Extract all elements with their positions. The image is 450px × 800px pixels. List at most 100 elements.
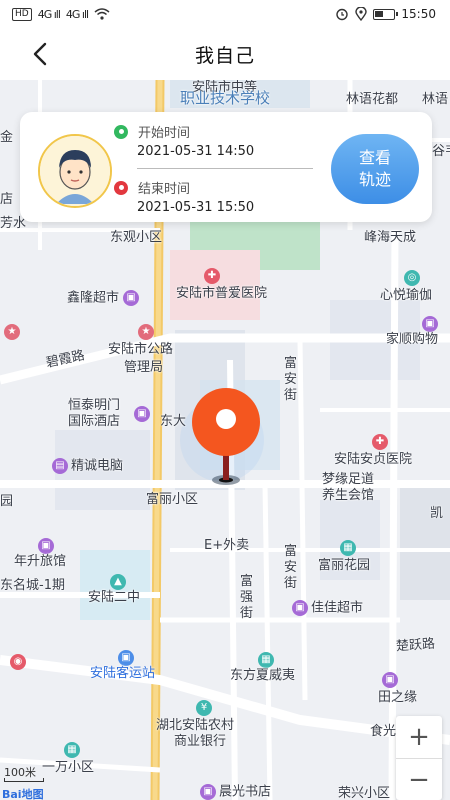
signal-icon-2: 4G ıll — [65, 7, 89, 21]
poi-puai[interactable]: 安陆市普爱医院 — [176, 286, 267, 302]
poi-school-line2[interactable]: 职业技术学校 — [180, 90, 270, 106]
start-time-label: 开始时间 — [138, 126, 191, 141]
avatar-face — [40, 136, 110, 206]
poi-shiguang[interactable]: 食光 — [370, 724, 396, 740]
bus-station-icon: ▣ — [118, 650, 134, 666]
poi-hengtai-1[interactable]: 恒泰明门 — [68, 398, 120, 414]
supermarket-icon: ▣ — [292, 600, 308, 616]
poi-xinyue-icon: ◎ — [404, 270, 423, 287]
poi-hengtai-2[interactable]: 国际酒店 — [68, 414, 120, 430]
poi-jiajia[interactable]: ▣ 佳佳超市 — [292, 600, 363, 617]
end-dot-icon — [114, 180, 128, 195]
poi-bank-1[interactable]: 湖北安陆农村 — [156, 718, 234, 734]
poi-gu[interactable]: 谷韦 — [432, 144, 450, 160]
back-button[interactable] — [24, 38, 56, 70]
track-info-card: 开始时间 2021-05-31 14:50 结束时间 2021-05-31 15… — [20, 112, 432, 222]
poi-jingcheng-label: 精诚电脑 — [71, 458, 124, 474]
poi-xinlong[interactable]: 鑫隆超市 ▣ — [67, 290, 142, 307]
zoom-in-button[interactable]: + — [396, 716, 442, 758]
zoom-out-button[interactable]: − — [396, 758, 442, 800]
shopping-icon: ▣ — [422, 316, 438, 332]
poi-anzhen[interactable]: 安陆安贞医院 — [334, 452, 412, 468]
poi-chenguang[interactable]: ▣ 晨光书店 — [200, 784, 271, 800]
road-fuan-a: 富安街 — [284, 356, 298, 403]
residence-icon-3: ▦ — [64, 742, 80, 758]
poi-dongda[interactable]: 东大 — [160, 414, 186, 430]
subway-icon: ◉ — [10, 654, 26, 670]
start-time-row: 开始时间 — [114, 122, 190, 141]
poi-anzhen-icon: ✚ — [372, 434, 391, 451]
poi-keyun-icon: ▣ — [118, 650, 137, 667]
hospital-icon-2: ✚ — [372, 434, 388, 450]
poi-yuan: 园 — [0, 494, 14, 509]
poi-mingcheng[interactable]: 东名城-1期 — [0, 578, 65, 594]
poi-niansheng[interactable]: 年升旅馆 — [14, 554, 66, 570]
metro-icon: ◉ — [10, 654, 29, 671]
start-dot-icon — [114, 124, 128, 139]
wifi-icon — [94, 8, 110, 20]
poi-xinlong-label: 鑫隆超市 — [67, 290, 120, 306]
zoom-controls: + − — [396, 716, 442, 800]
page-title: 我自己 — [194, 44, 255, 67]
poi-linyu-2[interactable]: 林语 — [422, 92, 448, 108]
poi-jiashun[interactable]: 家顺购物 — [386, 332, 438, 348]
location-pin-icon[interactable] — [186, 388, 266, 498]
view-track-label-2: 轨迹 — [358, 170, 391, 189]
poi-bank-2[interactable]: 商业银行 — [174, 734, 226, 750]
poi-fuli-hy[interactable]: 富丽花园 — [318, 558, 370, 574]
road-fuan-b: 富安街 — [284, 544, 298, 591]
residence-icon: ▦ — [340, 540, 356, 556]
bank-icon: ¥ — [196, 700, 212, 716]
hotel-icon-2: ▣ — [38, 538, 54, 554]
baidu-map-logo: Bai地图 — [2, 788, 44, 800]
poi-jiajia-label: 佳佳超市 — [311, 600, 364, 616]
road-chuyue: 楚跃路 — [395, 636, 436, 655]
poi-dian: 店 — [0, 192, 14, 207]
poi-mengyuan-2[interactable]: 养生会馆 — [322, 488, 374, 504]
pin-graphic — [192, 388, 260, 485]
signal-icon: 4G ıll — [37, 7, 61, 21]
shop-icon: ▣ — [123, 290, 140, 306]
poi-chenguang-label: 晨光书店 — [219, 784, 272, 800]
poi-jin: 金 — [0, 130, 14, 145]
poi-niansheng-icon: ▣ — [38, 538, 57, 555]
poi-linyu[interactable]: 林语花都 — [346, 92, 398, 108]
chevron-left-icon — [33, 42, 47, 66]
poi-fang[interactable]: 芳水 — [0, 216, 26, 232]
poi-tianzhi-icon: ▣ — [382, 672, 401, 689]
poi-kai: 凯 — [430, 506, 444, 521]
poi-dongfang[interactable]: 东方夏威夷 — [230, 668, 295, 684]
poi-xinyue[interactable]: 心悦瑜伽 — [380, 288, 432, 304]
view-track-button[interactable]: 查看 轨迹 — [331, 134, 419, 204]
poi-rongxing[interactable]: 荣兴小区 — [338, 786, 390, 800]
poi-gonglu-1[interactable]: 安陆市公路 — [108, 342, 173, 358]
poi-mengyuan-1[interactable]: 梦缘足道 — [322, 472, 374, 488]
status-bar: HD 4G ıll 4G ıll 15:50 — [0, 0, 450, 28]
poi-puai-hospital[interactable]: ✚ — [204, 268, 223, 285]
bookstore-icon: ▣ — [200, 784, 216, 800]
government-icon: ★ — [138, 324, 154, 340]
end-time-value: 2021-05-31 15:50 — [137, 200, 255, 215]
poi-dongguan[interactable]: 东观小区 — [110, 230, 162, 246]
poi-fenghai[interactable]: 峰海天成 — [364, 230, 416, 246]
battery-icon — [373, 8, 399, 20]
poi-keyun[interactable]: 安陆客运站 — [90, 666, 155, 682]
poi-tianzhi[interactable]: 田之缘 — [378, 690, 417, 706]
poi-yiwan[interactable]: 一万小区 — [42, 760, 94, 776]
poi-erzhong-icon: ▲ — [110, 574, 129, 591]
card-divider — [137, 168, 313, 169]
start-time-value: 2021-05-31 14:50 — [137, 144, 255, 159]
poi-gonglu-2[interactable]: 管理局 — [124, 360, 163, 376]
hospital-icon: ✚ — [204, 268, 220, 284]
computer-icon: ▤ — [52, 458, 68, 474]
poi-erzhong[interactable]: 安陆二中 — [88, 590, 140, 606]
poi-eplus[interactable]: E+外卖 — [204, 538, 249, 554]
end-time-label: 结束时间 — [138, 182, 191, 197]
nav-header: 我自己 — [0, 28, 450, 80]
yoga-icon: ◎ — [404, 270, 420, 286]
hotel-icon: ▣ — [134, 406, 150, 422]
poi-jingcheng[interactable]: ▤ 精诚电脑 — [52, 458, 123, 475]
location-status-icon — [355, 7, 368, 21]
poi-dongfang-icon: ▦ — [258, 652, 277, 669]
poi-gonglu-icon: ★ — [138, 324, 157, 341]
